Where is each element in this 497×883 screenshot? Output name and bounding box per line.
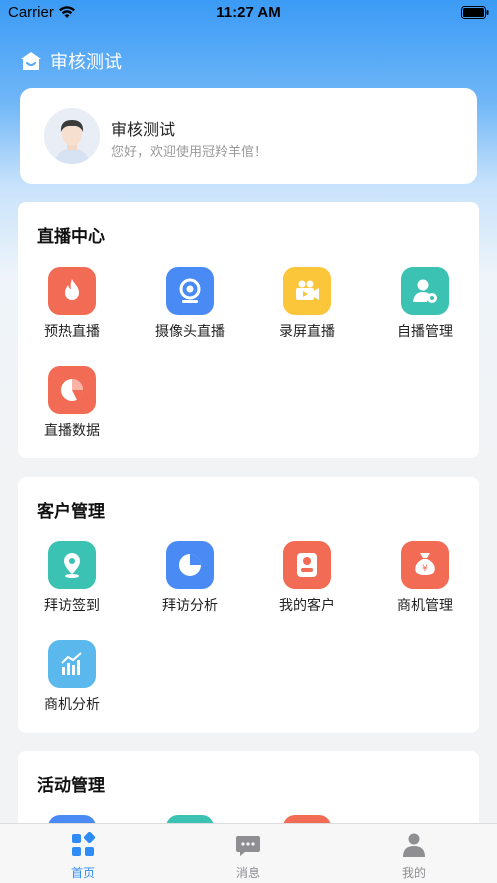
avatar[interactable] [44, 108, 100, 164]
video-recorder-icon [296, 280, 319, 300]
menu-item-live-data[interactable]: 直播数据 [14, 366, 130, 440]
tab-label: 消息 [235, 866, 260, 880]
menu-item-label: 拜访签到 [44, 598, 100, 614]
person-icon [403, 833, 425, 857]
battery-icon [461, 6, 489, 19]
menu-item-screen-live[interactable]: 录屏直播 [249, 267, 365, 341]
tab-label: 我的 [401, 866, 426, 880]
pie-chart-icon [61, 379, 84, 401]
home-icon [21, 52, 41, 70]
menu-item-label: 摄像头直播 [155, 324, 225, 340]
menu-item-label: 录屏直播 [279, 324, 335, 340]
menu-item-opportunity-analysis[interactable]: 商机分析 [14, 640, 130, 714]
menu-item-label: 自播管理 [397, 324, 453, 340]
user-settings-icon [413, 279, 437, 303]
menu-item-label: 商机管理 [397, 598, 453, 614]
svg-text:¥: ¥ [422, 564, 428, 574]
menu-item-label: 我的客户 [279, 598, 335, 614]
tab-messages[interactable]: 消息 [208, 832, 288, 881]
tab-home[interactable]: 首页 [43, 832, 123, 881]
profile-greeting: 您好，欢迎使用冠羚羊倌！ [111, 145, 268, 160]
pie-chart-icon [179, 554, 201, 576]
page-title: 审核测试 [50, 52, 122, 73]
menu-item-preheat-live[interactable]: 预热直播 [14, 267, 130, 341]
section-title: 活动管理 [37, 776, 105, 796]
menu-item-label: 直播数据 [44, 423, 100, 439]
menu-item-camera-live[interactable]: 摄像头直播 [132, 267, 248, 341]
avatar-icon [44, 108, 100, 164]
menu-item-label: 预热直播 [44, 324, 100, 340]
user-icon [297, 553, 317, 577]
menu-item-visit-analysis[interactable]: 拜访分析 [132, 541, 248, 615]
camera-icon [179, 278, 201, 303]
profile-name: 审核测试 [111, 120, 176, 139]
section-customer-management: 客户管理 拜访签到 拜访分析 我的客户 ¥ 商机管理 商机分析 [18, 477, 479, 733]
tab-bar: 首页 消息 我的 [0, 823, 497, 883]
money-bag-icon: ¥ [415, 553, 435, 575]
section-title: 客户管理 [37, 502, 105, 522]
section-title: 直播中心 [37, 227, 105, 247]
menu-item-self-live-manage[interactable]: 自播管理 [367, 267, 483, 341]
flame-icon [65, 279, 79, 300]
menu-item-opportunity-manage[interactable]: ¥ 商机管理 [367, 541, 483, 615]
tab-profile[interactable]: 我的 [374, 832, 454, 881]
app-header: 审核测试 [20, 48, 122, 74]
grid-home-icon [72, 832, 96, 856]
status-bar: Carrier 11:27 AM [0, 0, 497, 26]
section-live-center: 直播中心 预热直播 摄像头直播 录屏直播 自播管理 直播数据 [18, 202, 479, 458]
profile-card[interactable]: 审核测试 您好，欢迎使用冠羚羊倌！ [20, 88, 477, 184]
bar-chart-icon [61, 652, 82, 675]
tab-label: 首页 [70, 866, 95, 880]
menu-item-label: 拜访分析 [162, 598, 218, 614]
chat-bubble-icon [236, 836, 260, 856]
menu-item-label: 商机分析 [44, 697, 100, 713]
menu-item-my-customers[interactable]: 我的客户 [249, 541, 365, 615]
menu-item-visit-checkin[interactable]: 拜访签到 [14, 541, 130, 615]
status-time: 11:27 AM [216, 4, 281, 21]
location-pin-icon [64, 553, 80, 578]
